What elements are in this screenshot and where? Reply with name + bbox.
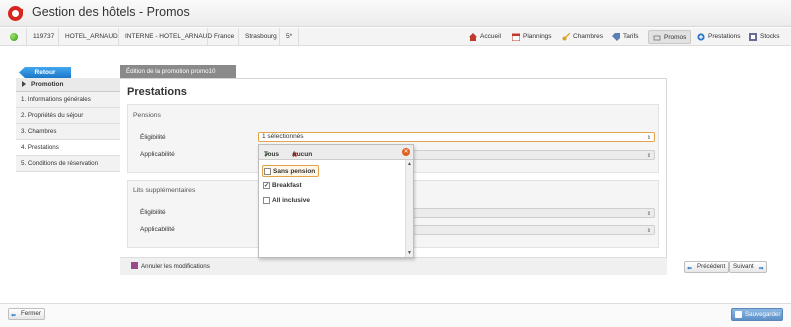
select-all-label: Tous — [264, 151, 280, 158]
select-none-label: Aucun — [292, 151, 313, 158]
hotel-channel: INTERNE - HOTEL_ARNAUD — [118, 28, 218, 46]
option-breakfast[interactable]: ✓ Breakfast — [262, 180, 302, 192]
sidebar-item-informations[interactable]: 1. Informations générales — [16, 92, 120, 108]
nav-prestations[interactable]: Prestations — [693, 30, 745, 44]
previous-label: Précédent — [697, 263, 726, 270]
app-logo — [8, 6, 23, 21]
checkbox-all-inclusive[interactable] — [263, 197, 270, 204]
nav-label: Prestations — [708, 33, 741, 40]
nav-promos[interactable]: Promos — [648, 30, 692, 44]
pensions-eligibility-select[interactable]: 1 sélectionnés ⇕ — [258, 132, 655, 142]
nav-label: Chambres — [573, 33, 603, 40]
extra-beds-eligibility-label: Éligibilité — [140, 209, 166, 216]
stocks-icon — [749, 33, 757, 41]
sidebar-item-prestations[interactable]: 4. Prestations — [16, 140, 120, 156]
tag-icon — [612, 33, 620, 41]
close-icon[interactable]: ✕ — [402, 148, 410, 156]
nav-label: Plannings — [523, 33, 552, 40]
nav-label: Accueil — [480, 33, 501, 40]
option-all-inclusive[interactable]: All inclusive — [262, 195, 310, 207]
nav-label: Promos — [664, 34, 687, 41]
option-label: Sans pension — [273, 168, 316, 175]
checkbox-sans-pension[interactable] — [264, 168, 271, 175]
calendar-icon — [512, 33, 520, 41]
chevron-updown-icon: ⇕ — [646, 228, 651, 234]
hotel-city: Strasbourg — [238, 28, 283, 46]
extra-beds-applicability-label: Applicabilité — [140, 226, 175, 233]
hotel-country: France — [207, 28, 240, 46]
extra-beds-title: Lits supplémentaires — [133, 187, 196, 194]
app-title: Gestion des hôtels - Promos — [32, 5, 190, 19]
tabs-row: Retour Édition de la promotion promo10 — [16, 65, 780, 78]
select-value: 1 sélectionnés — [262, 133, 304, 140]
pensions-eligibility-label: Éligibilité — [140, 134, 166, 141]
cancel-changes-link[interactable]: Annuler les modifications — [131, 262, 210, 270]
tab-edit-promotion[interactable]: Édition de la promotion promo10 — [120, 65, 236, 78]
arrow-left-icon: ⬅ — [687, 266, 693, 272]
chevron-updown-icon: ⇕ — [646, 153, 651, 159]
dropdown-scrollbar[interactable]: ▲ ▼ — [405, 160, 413, 257]
option-label: Breakfast — [272, 182, 302, 189]
close-button[interactable]: ⬅ Fermer — [8, 308, 45, 320]
key-icon — [562, 33, 570, 41]
cancel-label: Annuler les modifications — [141, 263, 210, 270]
undo-icon — [131, 262, 138, 269]
pensions-title: Pensions — [133, 112, 161, 119]
nav-stocks[interactable]: Stocks — [745, 30, 784, 44]
hotel-info-bar: 119737 HOTEL_ARNAUD INTERNE - HOTEL_ARNA… — [0, 28, 791, 46]
nav-plannings[interactable]: Plannings — [508, 30, 556, 44]
arrow-left-icon: ⬅ — [11, 313, 17, 319]
sidebar-item-proprietes[interactable]: 2. Propriétés du séjour — [16, 108, 120, 124]
nav-label: Tarifs — [623, 33, 639, 40]
bottom-bar: ⬅ Fermer Sauvegarder — [0, 303, 791, 327]
hotel-name: HOTEL_ARNAUD — [58, 28, 124, 46]
next-button[interactable]: Suivant ➡ — [729, 261, 767, 273]
status-indicator-icon — [10, 33, 18, 41]
save-icon — [735, 311, 742, 318]
promotion-sidebar: Promotion 1. Informations générales 2. P… — [16, 78, 120, 172]
form-footer: Annuler les modifications ⬅ Précédent Sui… — [120, 257, 767, 275]
save-button[interactable]: Sauvegarder — [731, 308, 783, 321]
close-label: Fermer — [21, 310, 41, 317]
eligibility-dropdown: ✔ Tous ✖ Aucun ✕ Sans pension ✓ Breakfas… — [258, 144, 414, 258]
arrow-right-icon: ➡ — [758, 266, 764, 272]
back-button[interactable]: Retour — [19, 67, 71, 78]
dropdown-header: ✔ Tous ✖ Aucun ✕ — [259, 145, 413, 160]
option-sans-pension[interactable]: Sans pension — [262, 165, 320, 177]
home-icon — [469, 33, 477, 41]
chevron-updown-icon: ⇕ — [646, 135, 651, 141]
hotel-id: 119737 — [26, 28, 60, 46]
save-label: Sauvegarder — [745, 311, 781, 318]
promo-icon — [653, 35, 661, 41]
option-label: All inclusive — [272, 197, 310, 204]
pensions-applicability-label: Applicabilité — [140, 151, 175, 158]
hotel-stars: 5* — [279, 28, 300, 46]
nav-tarifs[interactable]: Tarifs — [608, 30, 643, 44]
scroll-down-icon[interactable]: ▼ — [407, 250, 412, 256]
nav-label: Stocks — [760, 33, 780, 40]
chevron-updown-icon: ⇕ — [646, 211, 651, 217]
plus-circle-icon — [697, 33, 705, 41]
nav-chambres[interactable]: Chambres — [558, 30, 607, 44]
previous-button[interactable]: ⬅ Précédent — [684, 261, 730, 273]
sidebar-item-chambres[interactable]: 3. Chambres — [16, 124, 120, 140]
title-bar: Gestion des hôtels - Promos — [0, 0, 791, 27]
scroll-up-icon[interactable]: ▲ — [407, 161, 412, 167]
checkbox-breakfast[interactable]: ✓ — [263, 182, 270, 189]
nav-accueil[interactable]: Accueil — [465, 30, 505, 44]
sidebar-header[interactable]: Promotion — [16, 78, 120, 92]
next-label: Suivant — [733, 263, 754, 270]
sidebar-item-conditions[interactable]: 5. Conditions de réservation — [16, 156, 120, 172]
page-title: Prestations — [127, 86, 187, 98]
